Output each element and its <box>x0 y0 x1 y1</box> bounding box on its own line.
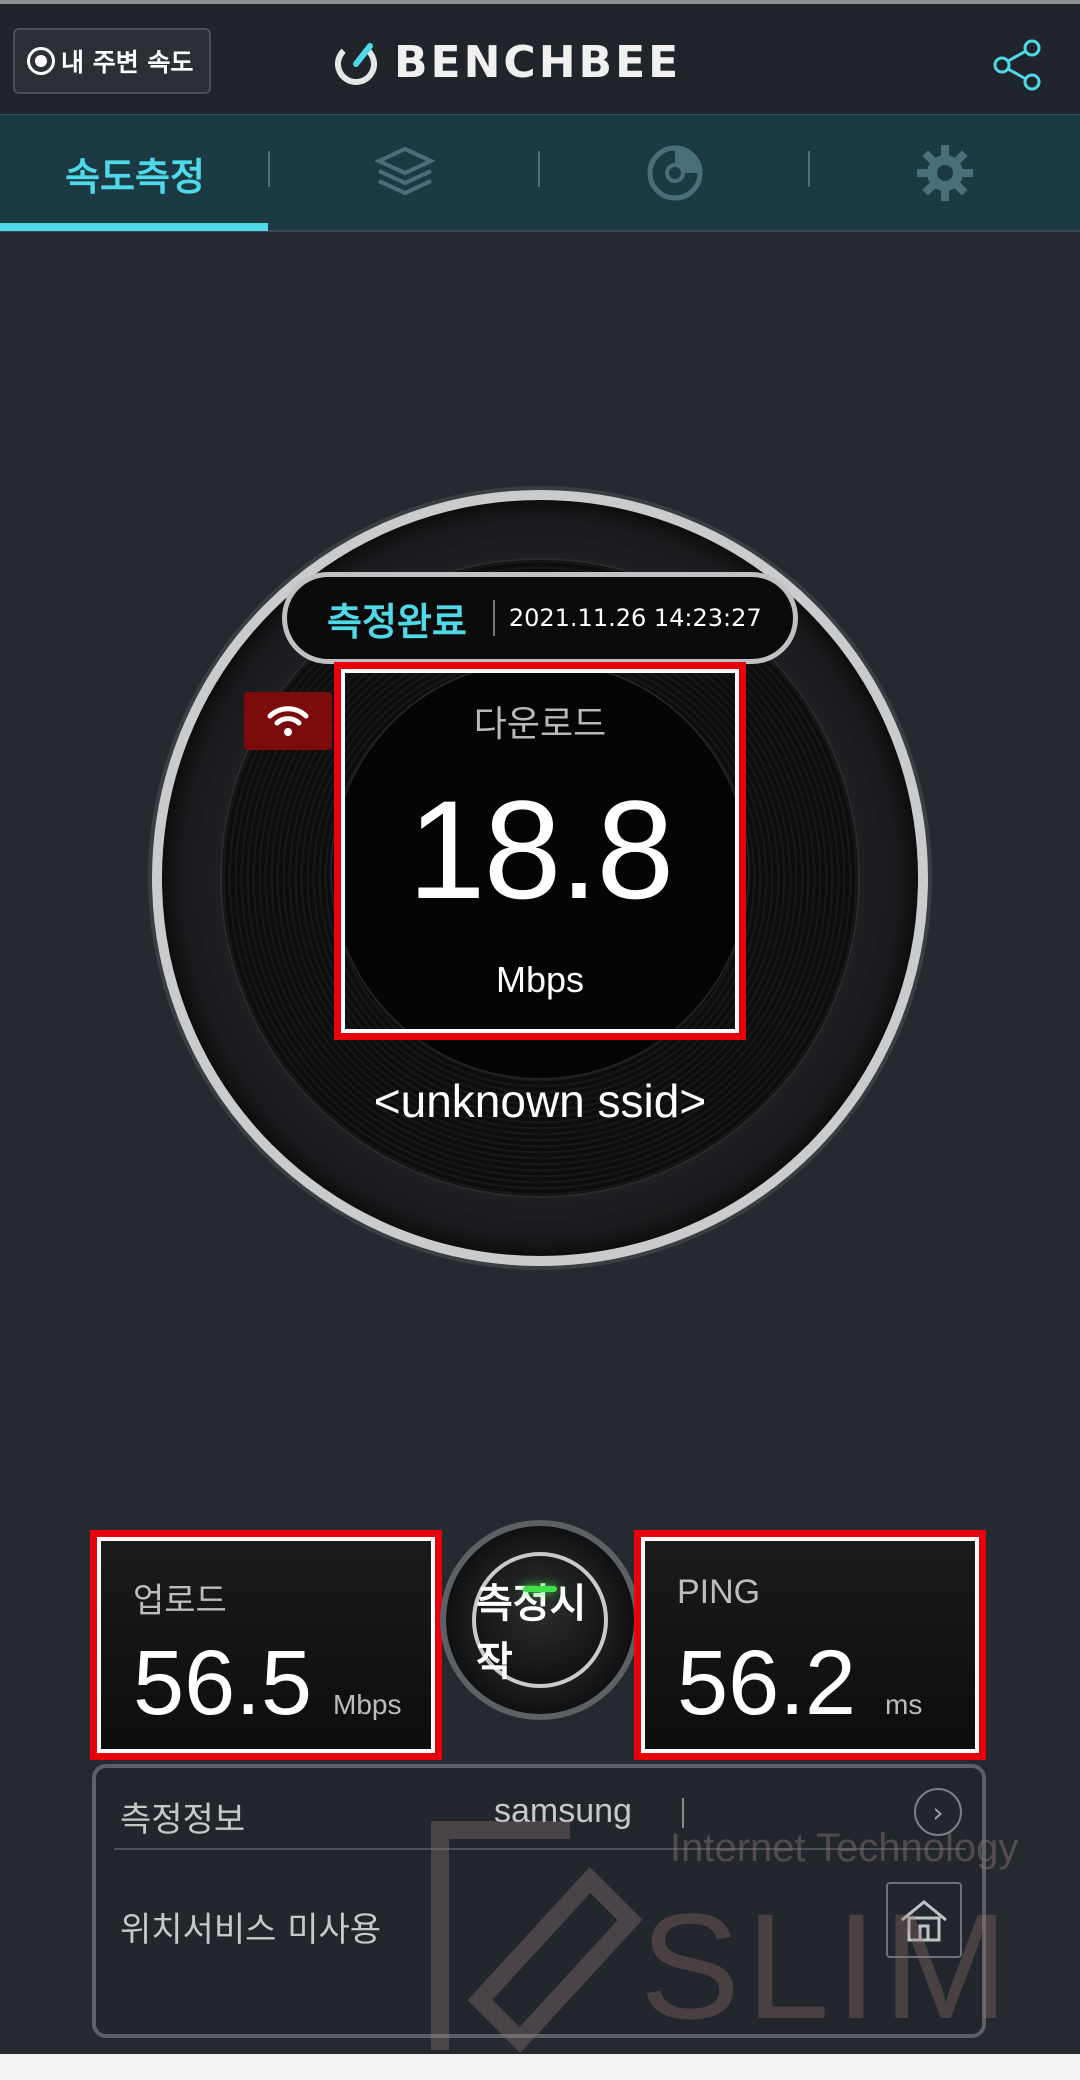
download-value: 18.8 <box>407 771 674 928</box>
network-ssid: <unknown ssid> <box>373 1075 707 1127</box>
share-icon[interactable] <box>990 38 1044 92</box>
nearby-speed-label: 내 주변 속도 <box>61 48 194 77</box>
carrier-name: samsung <box>494 1792 632 1830</box>
start-button-core: 측정시작 <box>472 1552 608 1688</box>
speedometer-logo-icon <box>335 43 377 85</box>
active-tab-indicator <box>0 223 268 231</box>
brand-name: BENCHBEE <box>394 36 682 88</box>
location-target-icon <box>27 47 55 75</box>
ping-label: PING <box>677 1573 761 1611</box>
tab-history[interactable] <box>540 115 810 231</box>
wifi-icon <box>267 706 309 736</box>
bottom-strip <box>0 2054 1080 2080</box>
tab-speed-test-label: 속도측정 <box>65 154 205 199</box>
watermark-name: SLIM <box>640 1882 1015 2050</box>
measurement-timestamp: 2021.11.26 14:23:27 <box>508 604 762 632</box>
nearby-speed-button[interactable]: 내 주변 속도 <box>13 28 211 94</box>
layers-icon <box>375 146 435 196</box>
ping-result: PING 56.2 ms <box>634 1530 986 1760</box>
ping-value: 56.2 <box>677 1632 857 1734</box>
download-label: 다운로드 <box>473 704 607 745</box>
watermark-tagline: Internet Technology <box>670 1826 1019 1870</box>
status-divider <box>492 600 495 636</box>
measurement-info-label: 측정정보 <box>120 1800 246 1840</box>
info-divider <box>682 1798 684 1828</box>
start-test-button[interactable]: 측정시작 <box>440 1520 640 1740</box>
measurement-status-pill: 측정완료 2021.11.26 14:23:27 <box>282 572 798 664</box>
download-result: 다운로드 18.8 Mbps <box>334 662 746 1040</box>
brand-logo: BENCHBEE <box>332 36 681 88</box>
tab-bar: 속도측정 <box>0 114 1080 232</box>
download-unit: Mbps <box>495 959 585 1000</box>
status-led <box>523 1586 557 1592</box>
tab-layers[interactable] <box>270 115 540 231</box>
ping-unit: ms <box>885 1689 923 1720</box>
wifi-badge <box>244 692 332 750</box>
upload-unit: Mbps <box>333 1689 402 1720</box>
top-bar: 내 주변 속도 BENCHBEE <box>0 0 1080 114</box>
upload-result: 업로드 56.5 Mbps <box>90 1530 442 1760</box>
tab-speed-test[interactable]: 속도측정 <box>0 115 270 231</box>
tab-settings[interactable] <box>810 115 1080 231</box>
upload-label: 업로드 <box>133 1582 227 1620</box>
history-icon <box>647 145 703 201</box>
gear-icon <box>917 145 973 201</box>
upload-value: 56.5 <box>133 1632 313 1734</box>
measurement-status: 측정완료 <box>327 599 467 644</box>
location-service-status: 위치서비스 미사용 <box>120 1910 382 1950</box>
